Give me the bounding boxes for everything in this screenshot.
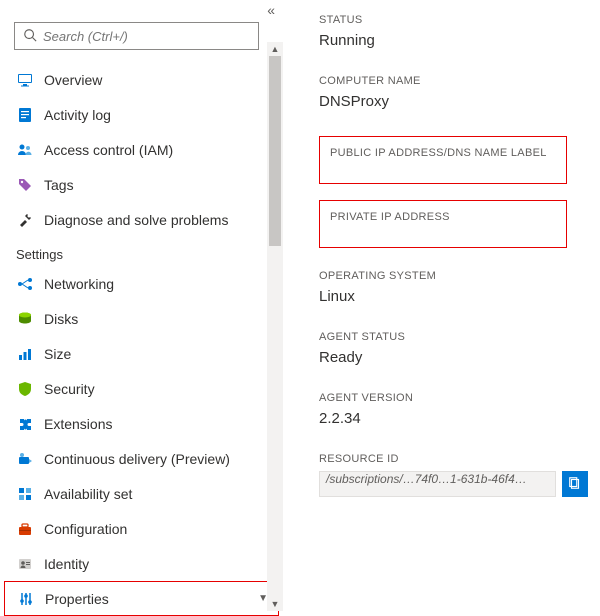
nav-label: Overview [44,72,102,88]
nav-size[interactable]: Size [14,336,273,371]
nav-label: Diagnose and solve problems [44,212,228,228]
nav-label: Configuration [44,521,127,537]
computer-name-label: COMPUTER NAME [319,75,588,87]
nav-networking[interactable]: Networking [14,266,273,301]
search-input-wrapper[interactable] [14,22,259,50]
copy-icon [568,476,582,493]
agent-status-value: Ready [319,349,588,366]
sidebar-scrollbar[interactable]: ▲ ▼ [267,56,283,611]
shield-icon [16,380,34,398]
size-icon [16,345,34,363]
agent-version-label: AGENT VERSION [319,392,588,404]
nav-activity-log[interactable]: Activity log [14,97,273,132]
computer-name-value: DNSProxy [319,93,588,110]
scroll-thumb[interactable] [269,56,281,246]
nav-tags[interactable]: Tags [14,167,273,202]
nav-label: Security [44,381,95,397]
disk-icon [16,310,34,328]
status-label: STATUS [319,14,588,26]
nav-label: Extensions [44,416,112,432]
private-ip-label: PRIVATE IP ADDRESS [330,211,556,223]
network-icon [16,275,34,293]
collapse-sidebar-button[interactable]: « [267,2,275,18]
nav-continuous-delivery[interactable]: Continuous delivery (Preview) [14,441,273,476]
nav-diagnose[interactable]: Diagnose and solve problems [14,202,273,237]
puzzle-icon [16,415,34,433]
nav-configuration[interactable]: Configuration [14,511,273,546]
nav-label: Access control (IAM) [44,142,173,158]
agent-version-value: 2.2.34 [319,410,588,427]
search-icon [23,28,37,45]
nav-section-settings: Settings [16,247,273,262]
resource-id-value[interactable]: /subscriptions/…74f0…1-631b-46f4… [319,471,556,497]
sidebar: « Overview Activity log [0,0,283,611]
agent-status-label: AGENT STATUS [319,331,588,343]
nav-label: Disks [44,311,78,327]
nav-label: Properties [45,591,109,607]
people-icon [16,141,34,159]
private-ip-box: PRIVATE IP ADDRESS [319,200,567,248]
public-ip-box: PUBLIC IP ADDRESS/DNS NAME LABEL [319,136,567,184]
scroll-down-icon[interactable]: ▼ [267,597,283,611]
tag-icon [16,176,34,194]
nav-label: Networking [44,276,114,292]
nav-label: Identity [44,556,89,572]
nav-label: Size [44,346,71,362]
nav-label: Availability set [44,486,132,502]
nav-access-control[interactable]: Access control (IAM) [14,132,273,167]
log-icon [16,106,34,124]
nav: Overview Activity log Access control (IA… [14,62,273,616]
monitor-icon [16,71,34,89]
os-value: Linux [319,288,588,305]
nav-disks[interactable]: Disks [14,301,273,336]
sliders-icon [17,590,35,608]
toolbox-icon [16,520,34,538]
nav-security[interactable]: Security [14,371,273,406]
resource-id-label: RESOURCE ID [319,453,588,465]
copy-button[interactable] [562,471,588,497]
nav-label: Activity log [44,107,111,123]
os-label: OPERATING SYSTEM [319,270,588,282]
grid-icon [16,485,34,503]
search-input[interactable] [43,29,250,44]
nav-identity[interactable]: Identity [14,546,273,581]
scroll-up-icon[interactable]: ▲ [267,42,283,56]
rocket-icon [16,450,34,468]
nav-label: Tags [44,177,74,193]
nav-label: Continuous delivery (Preview) [44,451,230,467]
nav-overview[interactable]: Overview [14,62,273,97]
tools-icon [16,211,34,229]
nav-availability-set[interactable]: Availability set [14,476,273,511]
nav-extensions[interactable]: Extensions [14,406,273,441]
details-pane: STATUS Running COMPUTER NAME DNSProxy PU… [283,0,600,611]
status-value: Running [319,32,588,49]
identity-icon [16,555,34,573]
public-ip-label: PUBLIC IP ADDRESS/DNS NAME LABEL [330,147,556,159]
